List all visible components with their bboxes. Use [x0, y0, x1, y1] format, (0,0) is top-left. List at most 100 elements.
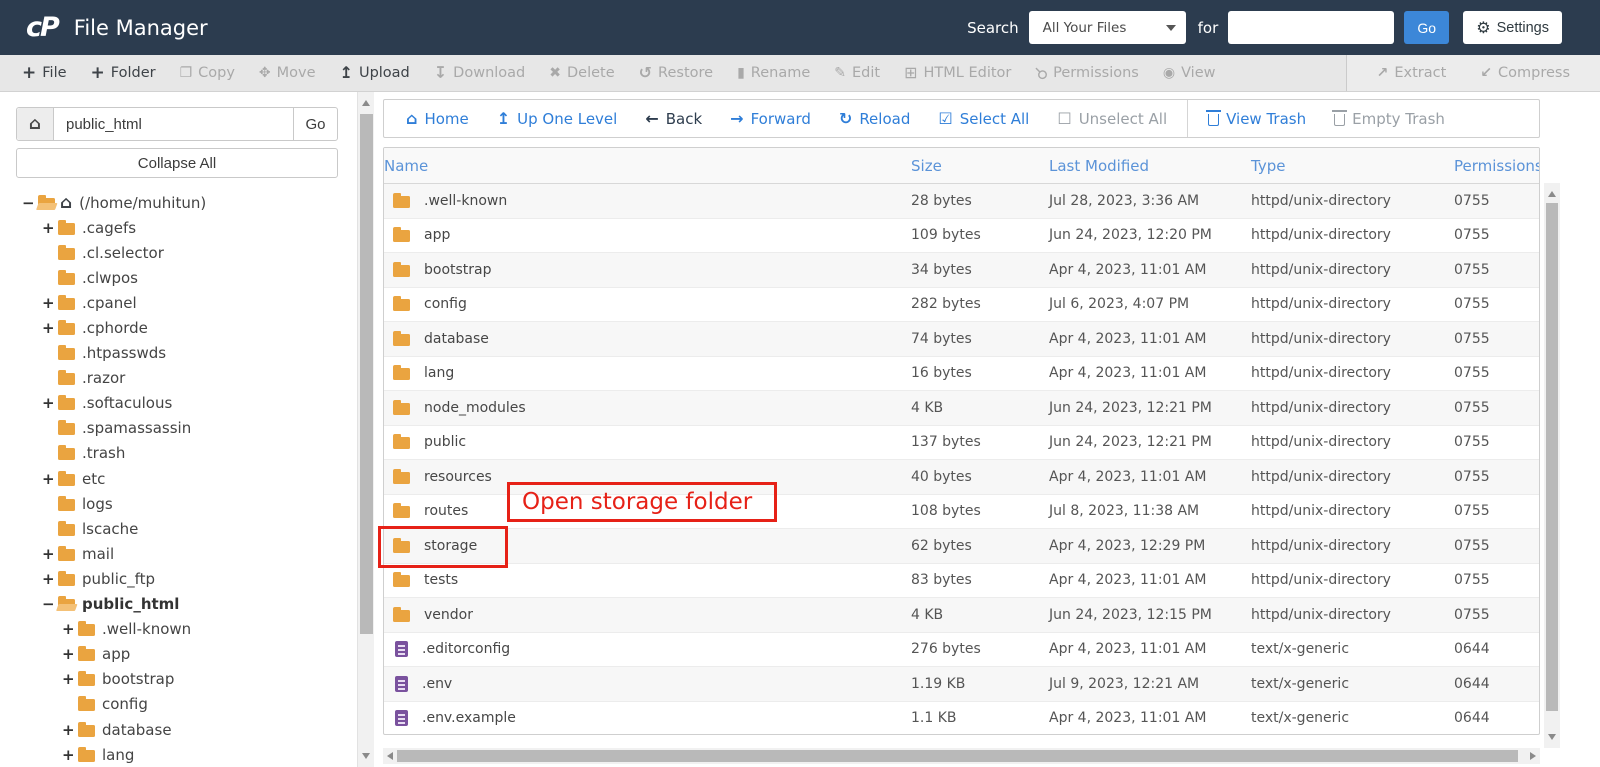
tree-item-label[interactable]: .clwpos: [82, 269, 138, 287]
tree-expander[interactable]: +: [42, 545, 58, 563]
tree-item[interactable]: + ⌂ .well-known: [0, 617, 337, 642]
tree-item-label[interactable]: .well-known: [102, 620, 191, 638]
scroll-down-arrow[interactable]: [1548, 734, 1556, 740]
scrollbar-thumb[interactable]: [1546, 203, 1558, 711]
tree-item[interactable]: ⌂ .clwpos: [0, 265, 337, 290]
file-name[interactable]: lang: [424, 365, 454, 381]
tree-item-label[interactable]: lscache: [82, 520, 138, 538]
nav-item[interactable]: Reload: [825, 100, 924, 137]
tree-expander[interactable]: +: [42, 470, 58, 488]
path-input[interactable]: [54, 108, 293, 140]
tree-expander[interactable]: +: [42, 570, 58, 588]
table-row[interactable]: lang 16 bytes Apr 4, 2023, 11:01 AM http…: [384, 357, 1539, 391]
toolbar-item[interactable]: Folder: [79, 55, 168, 91]
table-row[interactable]: .editorconfig 276 bytes Apr 4, 2023, 11:…: [384, 633, 1539, 667]
tree-expander[interactable]: +: [42, 394, 58, 412]
file-name[interactable]: vendor: [424, 607, 473, 623]
tree-expander[interactable]: +: [62, 645, 78, 663]
scroll-right-arrow[interactable]: [1530, 752, 1536, 760]
tree-item-label[interactable]: .cl.selector: [82, 244, 164, 262]
tree-item[interactable]: ⌂ .razor: [0, 366, 337, 391]
table-row[interactable]: node_modules 4 KB Jun 24, 2023, 12:21 PM…: [384, 391, 1539, 426]
tree-item[interactable]: ⌂ .spamassassin: [0, 416, 337, 441]
tree-item-label[interactable]: lang: [102, 746, 134, 764]
file-name[interactable]: node_modules: [424, 400, 526, 416]
table-row[interactable]: .env.example 1.1 KB Apr 4, 2023, 11:01 A…: [384, 702, 1539, 735]
tree-item[interactable]: + ⌂ .cphorde: [0, 315, 337, 340]
tree-item-label[interactable]: (/home/muhitun): [79, 194, 206, 212]
toolbar-item[interactable]: Copy: [168, 55, 247, 91]
file-name[interactable]: .well-known: [424, 193, 507, 209]
tree-item[interactable]: + ⌂ app: [0, 642, 337, 667]
column-header[interactable]: Last Modified: [1049, 157, 1251, 175]
nav-item[interactable]: Up One Level: [483, 100, 632, 137]
toolbar-item[interactable]: File: [10, 55, 79, 91]
tree-item-label[interactable]: bootstrap: [102, 670, 174, 688]
file-name[interactable]: resources: [424, 469, 492, 485]
tree-item-label[interactable]: .cpanel: [82, 294, 137, 312]
nav-item[interactable]: Home: [392, 100, 483, 137]
nav-item[interactable]: Back: [631, 100, 716, 137]
file-name[interactable]: .env: [422, 676, 452, 692]
tree-item[interactable]: ⌂ .trash: [0, 441, 337, 466]
tree-item[interactable]: + ⌂ lang: [0, 742, 337, 767]
toolbar-item[interactable]: Restore: [627, 55, 725, 91]
file-name[interactable]: tests: [424, 572, 458, 588]
table-row[interactable]: public 137 bytes Jun 24, 2023, 12:21 PM …: [384, 426, 1539, 460]
column-header[interactable]: Permissions: [1454, 157, 1539, 175]
file-name[interactable]: bootstrap: [424, 262, 492, 278]
tree-item[interactable]: ⌂ .cl.selector: [0, 240, 337, 265]
table-row[interactable]: .env 1.19 KB Jul 9, 2023, 12:21 AM text/…: [384, 667, 1539, 702]
tree-item-label[interactable]: .razor: [82, 369, 125, 387]
path-go-button[interactable]: Go: [293, 108, 337, 140]
tree-expander[interactable]: +: [62, 670, 78, 688]
nav-item[interactable]: Unselect All: [1043, 100, 1181, 137]
settings-button[interactable]: Settings: [1463, 11, 1562, 44]
tree-item[interactable]: − ⌂ public_html: [0, 592, 337, 617]
table-row[interactable]: .well-known 28 bytes Jul 28, 2023, 3:36 …: [384, 184, 1539, 219]
tree-item[interactable]: + ⌂ public_ftp: [0, 566, 337, 591]
tree-item[interactable]: ⌂ .htpasswds: [0, 341, 337, 366]
tree-expander[interactable]: +: [62, 721, 78, 739]
tree-expander[interactable]: +: [42, 294, 58, 312]
file-name[interactable]: public: [424, 434, 466, 450]
tree-item[interactable]: + ⌂ bootstrap: [0, 667, 337, 692]
tree-item[interactable]: − ⌂ (/home/muhitun): [0, 190, 337, 215]
file-name[interactable]: .editorconfig: [422, 641, 510, 657]
toolbar-item[interactable]: Download: [422, 55, 537, 91]
tree-item-label[interactable]: config: [102, 695, 148, 713]
scrollbar-thumb[interactable]: [397, 750, 1518, 762]
tree-item-label[interactable]: public_html: [82, 595, 179, 613]
toolbar-item[interactable]: Compress: [1468, 55, 1582, 91]
tree-item[interactable]: + ⌂ .cagefs: [0, 215, 337, 240]
table-row[interactable]: database 74 bytes Apr 4, 2023, 11:01 AM …: [384, 322, 1539, 357]
column-header[interactable]: Size: [911, 157, 1049, 175]
tree-item[interactable]: + ⌂ etc: [0, 466, 337, 491]
tree-item[interactable]: + ⌂ .cpanel: [0, 290, 337, 315]
tree-item-label[interactable]: mail: [82, 545, 114, 563]
tree-item-label[interactable]: logs: [82, 495, 113, 513]
tree-item-label[interactable]: .cphorde: [82, 319, 148, 337]
table-row[interactable]: app 109 bytes Jun 24, 2023, 12:20 PM htt…: [384, 219, 1539, 253]
column-header[interactable]: Type: [1251, 157, 1454, 175]
table-row[interactable]: config 282 bytes Jul 6, 2023, 4:07 PM ht…: [384, 288, 1539, 322]
tree-item[interactable]: + ⌂ .softaculous: [0, 391, 337, 416]
toolbar-item[interactable]: View: [1151, 55, 1228, 91]
table-row[interactable]: bootstrap 34 bytes Apr 4, 2023, 11:01 AM…: [384, 253, 1539, 288]
search-input[interactable]: [1228, 11, 1395, 44]
file-name[interactable]: database: [424, 331, 489, 347]
file-name[interactable]: app: [424, 227, 450, 243]
table-row[interactable]: vendor 4 KB Jun 24, 2023, 12:15 PM httpd…: [384, 598, 1539, 633]
tree-item-label[interactable]: .trash: [82, 444, 125, 462]
scroll-up-arrow[interactable]: [1548, 191, 1556, 197]
nav-item[interactable]: View Trash: [1187, 100, 1320, 137]
tree-item[interactable]: ⌂ config: [0, 692, 337, 717]
tree-item[interactable]: + ⌂ mail: [0, 541, 337, 566]
search-go-button[interactable]: Go: [1404, 11, 1450, 44]
tree-item-label[interactable]: .spamassassin: [82, 419, 191, 437]
tree-item-label[interactable]: .softaculous: [82, 394, 172, 412]
tree-item[interactable]: + ⌂ database: [0, 717, 337, 742]
tree-expander[interactable]: +: [62, 746, 78, 764]
tree-item[interactable]: ⌂ logs: [0, 491, 337, 516]
table-row[interactable]: tests 83 bytes Apr 4, 2023, 11:01 AM htt…: [384, 564, 1539, 598]
